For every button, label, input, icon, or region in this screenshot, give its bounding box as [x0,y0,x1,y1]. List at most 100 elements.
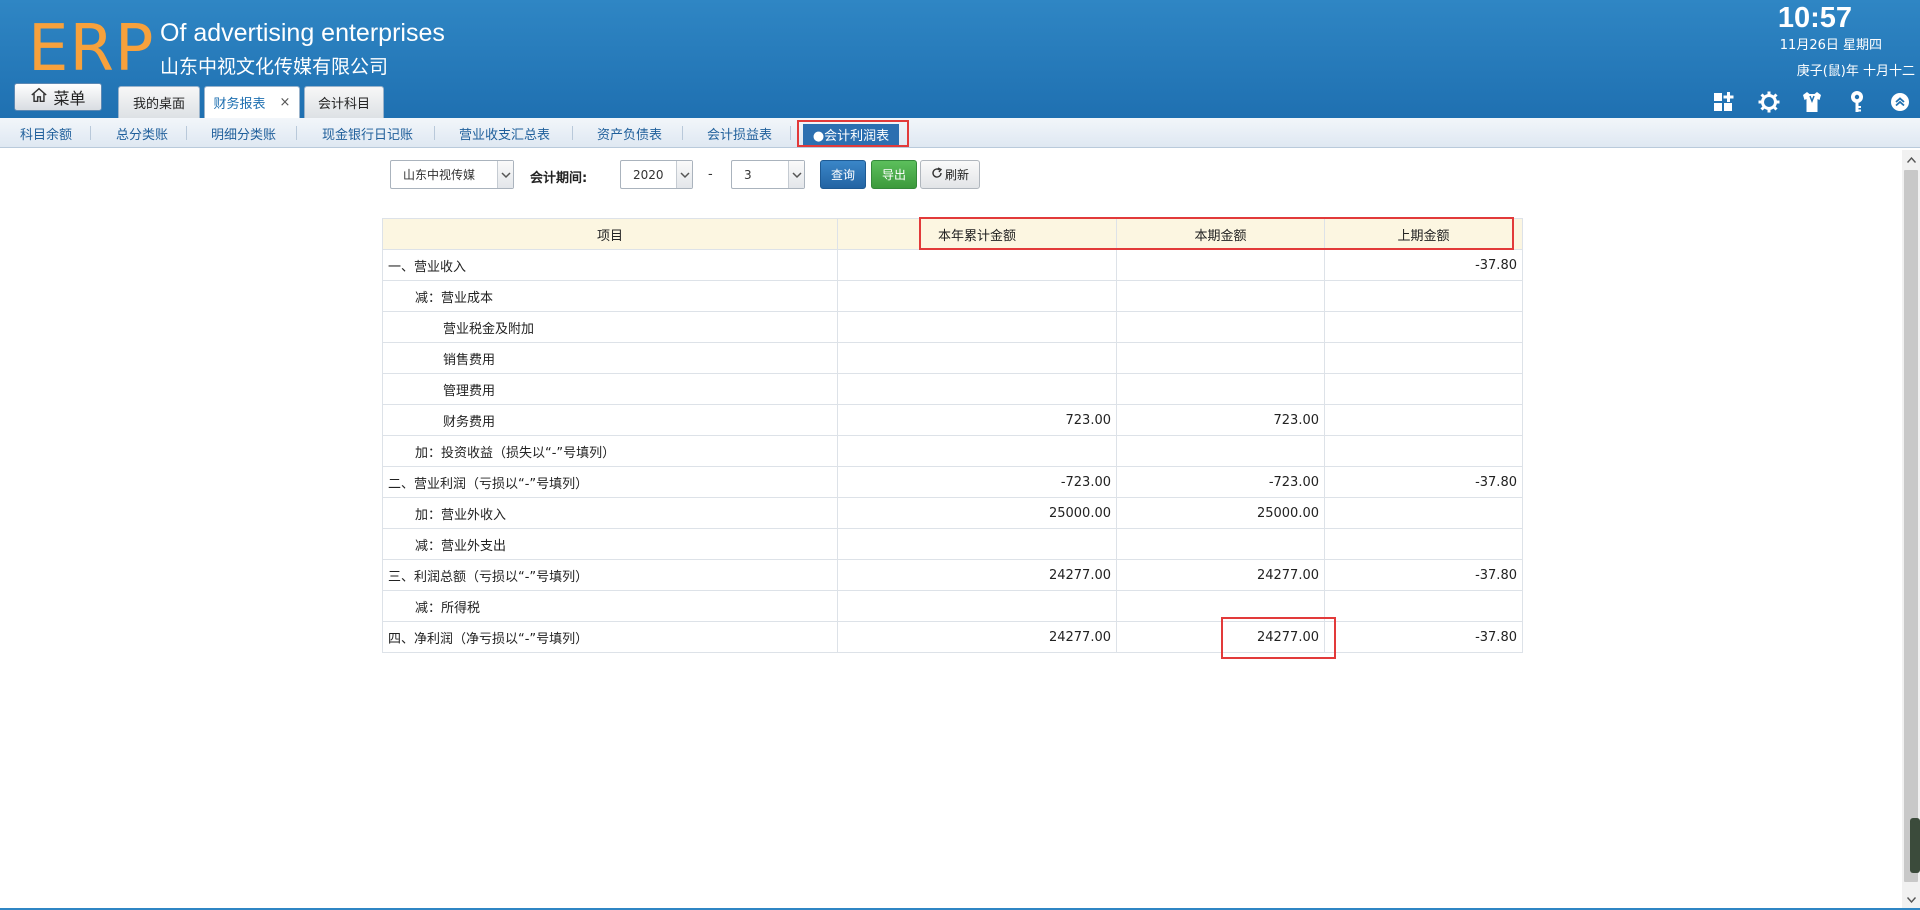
export-button[interactable]: 导出 [871,160,917,189]
subnav-divider [90,126,91,140]
close-icon[interactable]: × [280,95,291,110]
company-select-value: 山东中视传媒 [403,168,476,182]
cell-ytd-amount [837,342,1117,374]
table-row: 减：营业成本 [382,280,1523,312]
gear-icon[interactable] [1757,90,1781,114]
subnav-item-revenue-expense-summary[interactable]: 营业收支汇总表 [459,124,550,143]
cell-previous-amount [1324,373,1523,405]
subnav-divider [572,126,573,140]
tab-label: 会计科目 [317,97,370,112]
cell-previous-amount [1324,280,1523,312]
lunar-date: 庚子(鼠)年 十月十二 [1796,64,1915,79]
year-select-value: 2020 [633,167,664,182]
subnav-item-general-ledger[interactable]: 总分类账 [116,124,168,143]
month-select[interactable]: 3 [731,160,805,189]
cell-previous-amount: -37.80 [1324,559,1523,591]
cell-previous-amount [1324,311,1523,343]
cell-current-amount [1116,435,1325,467]
table-row: 加：投资收益（损失以“-”号填列） [382,435,1523,467]
cell-item: 二、营业利润（亏损以“-”号填列） [382,466,838,498]
brand-english-name: Of advertising enterprises [160,19,445,47]
table-row: 财务费用 723.00 723.00 [382,404,1523,436]
cell-previous-amount [1324,590,1523,622]
table-row: 减：营业外支出 [382,528,1523,560]
cell-item: 减：所得税 [382,590,838,622]
scroll-up-icon[interactable] [1902,152,1920,168]
tab-label: 我的桌面 [132,97,185,112]
cell-ytd-amount [837,435,1117,467]
cell-current-amount [1116,528,1325,560]
subnav-divider [296,126,297,140]
cell-item: 财务费用 [382,404,838,436]
cell-ytd-amount: 24277.00 [837,559,1117,591]
cell-item: 四、净利润（净亏损以“-”号填列） [382,621,838,653]
chevron-down-icon [497,161,513,188]
cell-ytd-amount: 723.00 [837,404,1117,436]
table-row: 一、营业收入 -37.80 [382,249,1523,281]
cell-current-amount [1116,249,1325,281]
side-panel-grip[interactable] [1910,818,1920,873]
cell-item: 加：营业外收入 [382,497,838,529]
year-select[interactable]: 2020 [620,160,693,189]
cell-ytd-amount [837,249,1117,281]
table-row: 管理费用 [382,373,1523,405]
cell-current-amount: 25000.00 [1116,497,1325,529]
cell-previous-amount: -37.80 [1324,466,1523,498]
query-button[interactable]: 查询 [820,160,866,189]
cell-previous-amount: -37.80 [1324,249,1523,281]
cell-previous-amount [1324,497,1523,529]
cell-ytd-amount [837,528,1117,560]
cell-item: 一、营业收入 [382,249,838,281]
table-row: 三、利润总额（亏损以“-”号填列） 24277.00 24277.00 -37.80 [382,559,1523,591]
clock-time: 10:57 [1777,2,1852,34]
scrollbar-thumb[interactable] [1904,170,1918,882]
cell-current-amount: 24277.00 [1116,559,1325,591]
subnav-item-detail-ledger[interactable]: 明细分类账 [211,124,276,143]
cell-ytd-amount [837,311,1117,343]
cell-current-amount: 723.00 [1116,404,1325,436]
cell-ytd-amount: 25000.00 [837,497,1117,529]
shirt-icon[interactable] [1800,90,1824,114]
cell-item: 减：营业外支出 [382,528,838,560]
subnav-item-cash-bank-journal[interactable]: 现金银行日记账 [322,124,413,143]
cell-current-amount [1116,311,1325,343]
cell-ytd-amount [837,590,1117,622]
table-row: 减：所得税 [382,590,1523,622]
highlight-box [1221,617,1336,659]
tab-financial-reports[interactable]: 财务报表 × [204,86,300,118]
company-select[interactable]: 山东中视传媒 [390,160,514,189]
key-icon[interactable] [1845,90,1869,114]
tab-my-desktop[interactable]: 我的桌面 [118,86,200,118]
profit-statement-table: 项目 本年累计金额 本期金额 上期金额 一、营业收入 -37.80 减：营业成本 营业… [382,218,1523,653]
brand-company-name: 山东中视文化传媒有限公司 [160,56,389,78]
tab-accounting-subjects[interactable]: 会计科目 [304,86,384,118]
cell-item: 三、利润总额（亏损以“-”号填列） [382,559,838,591]
cell-ytd-amount [837,280,1117,312]
cell-current-amount: -723.00 [1116,466,1325,498]
subnav-item-income-statement[interactable]: 会计损益表 [707,124,772,143]
highlight-box [797,120,909,147]
cell-previous-amount [1324,404,1523,436]
refresh-button-label: 刷新 [944,168,969,182]
subnav-item-subject-balance[interactable]: 科目余额 [20,124,72,143]
collapse-up-icon[interactable] [1888,90,1912,114]
menu-button-label: 菜单 [53,89,86,108]
dashboard-add-icon[interactable] [1712,90,1736,114]
cell-current-amount [1116,342,1325,374]
refresh-button[interactable]: 刷新 [920,160,980,189]
period-label: 会计期间: [530,171,588,186]
subnav-item-balance-sheet[interactable]: 资产负债表 [597,124,662,143]
home-icon [30,86,48,108]
cell-item: 销售费用 [382,342,838,374]
chevron-down-icon [788,161,804,188]
clock-date: 11月26日 星期四 [1779,38,1882,53]
scroll-down-icon[interactable] [1902,892,1920,908]
period-separator: - [708,167,713,182]
subnav-divider [434,126,435,140]
erp-logo: ERP [28,12,155,86]
cell-item: 加：投资收益（损失以“-”号填列） [382,435,838,467]
chevron-down-icon [676,161,692,188]
menu-button[interactable]: 菜单 [14,83,102,111]
cell-ytd-amount [837,373,1117,405]
subnav-divider [682,126,683,140]
